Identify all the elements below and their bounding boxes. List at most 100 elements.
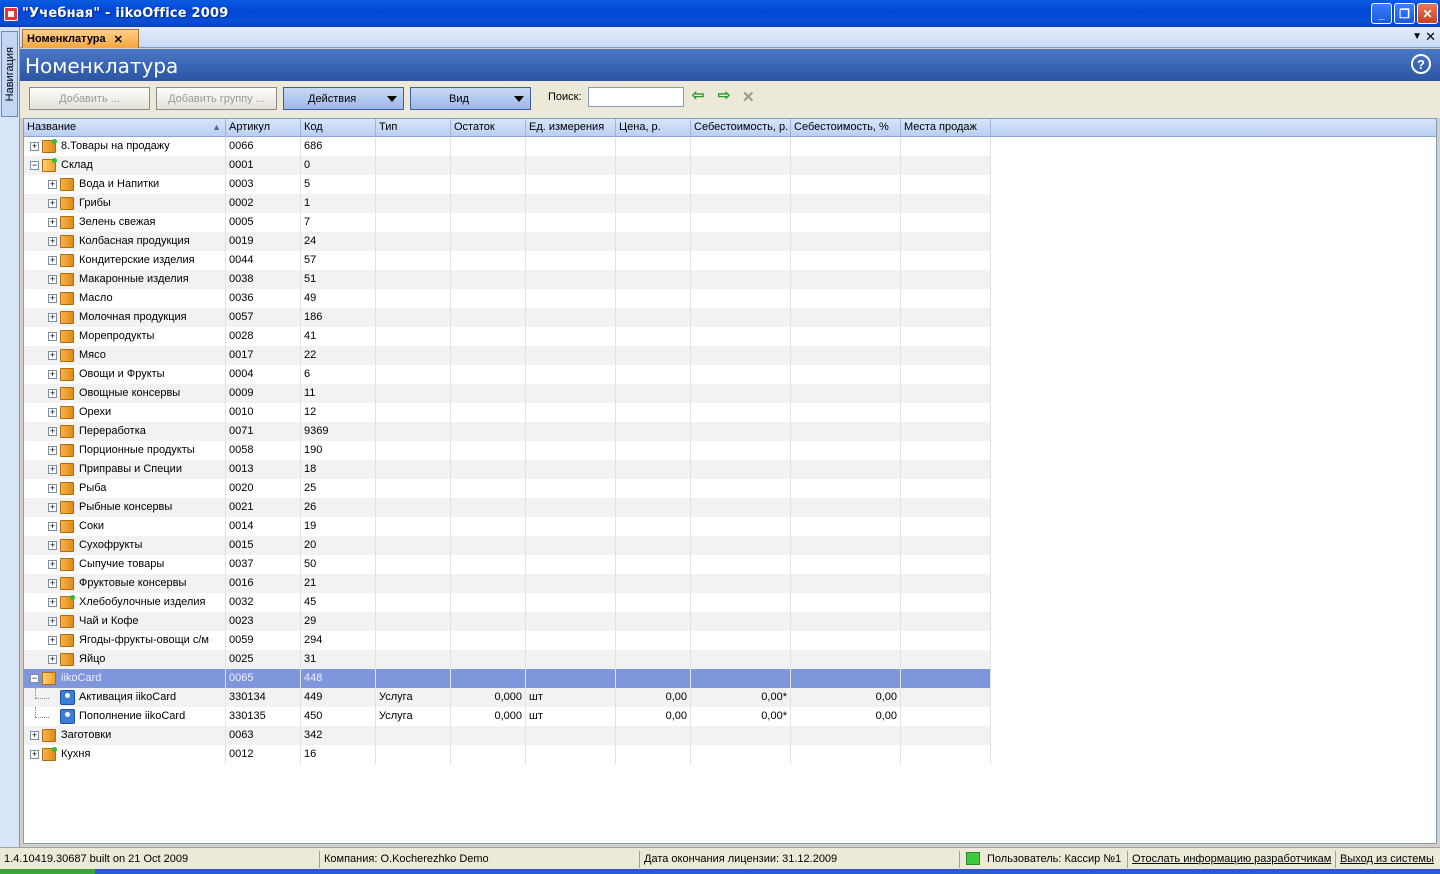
table-row[interactable]: + Вода и Напитки 0003 5 [24, 175, 991, 194]
cell-name: + Порционные продукты [24, 441, 226, 460]
column-header-name[interactable]: Название ▲ [24, 119, 226, 137]
navigation-tab[interactable]: Навигация [1, 31, 18, 117]
expand-icon[interactable]: + [48, 446, 57, 455]
table-row[interactable]: + Колбасная продукция 0019 24 [24, 232, 991, 251]
expand-icon[interactable]: + [48, 351, 57, 360]
column-header-unit[interactable]: Ед. измерения [526, 119, 616, 137]
expand-icon[interactable]: + [48, 465, 57, 474]
table-row[interactable]: + Яйцо 0025 31 [24, 650, 991, 669]
send-report-link[interactable]: Отослать информацию разработчикам [1132, 853, 1331, 865]
tab-nomenclature[interactable]: Номенклатура ✕ [22, 29, 139, 48]
table-row[interactable]: + Орехи 0010 12 [24, 403, 991, 422]
tab-list-dropdown-icon[interactable]: ▼ [1412, 31, 1422, 42]
add-group-button[interactable]: Добавить группу ... [156, 87, 277, 110]
expand-icon[interactable]: + [48, 522, 57, 531]
close-document-icon[interactable]: ✕ [1425, 29, 1436, 45]
column-header-price[interactable]: Цена, р. [616, 119, 691, 137]
expand-icon[interactable]: + [48, 598, 57, 607]
table-row[interactable]: − Склад 0001 0 [24, 156, 991, 175]
table-row[interactable]: + Кондитерские изделия 0044 57 [24, 251, 991, 270]
table-row[interactable]: + Сухофрукты 0015 20 [24, 536, 991, 555]
column-header-code[interactable]: Код [301, 119, 376, 137]
expand-icon[interactable]: + [48, 655, 57, 664]
table-row[interactable]: + Макаронные изделия 0038 51 [24, 270, 991, 289]
table-row[interactable]: Активация iikoCard 330134 449 Услуга 0,000 шт… [24, 688, 991, 707]
column-header-article[interactable]: Артикул [226, 119, 301, 137]
table-row[interactable]: + Соки 0014 19 [24, 517, 991, 536]
logout-link[interactable]: Выход из системы [1340, 853, 1434, 865]
search-input[interactable] [588, 87, 684, 107]
table-row[interactable]: + Приправы и Специи 0013 18 [24, 460, 991, 479]
expand-icon[interactable]: + [48, 275, 57, 284]
expand-icon[interactable]: + [48, 332, 57, 341]
expand-icon[interactable]: + [48, 237, 57, 246]
table-row[interactable]: + Кухня 0012 16 [24, 745, 991, 764]
table-row[interactable]: +8.Товары на продажу 0066 686 [24, 137, 991, 156]
table-row[interactable]: + Сыпучие товары 0037 50 [24, 555, 991, 574]
table-row[interactable]: + Мясо 0017 22 [24, 346, 991, 365]
actions-dropdown[interactable]: Действия [283, 87, 404, 110]
expand-icon[interactable]: + [48, 427, 57, 436]
search-clear-icon[interactable]: ✕ [742, 88, 755, 106]
expand-icon[interactable]: + [30, 750, 39, 759]
column-header-sale-places[interactable]: Места продаж [901, 119, 991, 137]
table-row[interactable]: + Масло 0036 49 [24, 289, 991, 308]
column-header-cost[interactable]: Себестоимость, р. [691, 119, 791, 137]
expand-icon[interactable]: + [48, 370, 57, 379]
tab-close-icon[interactable]: ✕ [114, 33, 123, 46]
table-row[interactable]: + Молочная продукция 0057 186 [24, 308, 991, 327]
expand-icon[interactable]: + [48, 579, 57, 588]
table-row[interactable]: + Чай и Кофе 0023 29 [24, 612, 991, 631]
expand-icon[interactable]: + [48, 294, 57, 303]
row-name: Молочная продукция [79, 311, 187, 323]
collapse-icon[interactable]: − [30, 674, 39, 683]
table-row[interactable]: + Рыба 0020 25 [24, 479, 991, 498]
expand-icon[interactable]: + [48, 636, 57, 645]
column-header-type[interactable]: Тип [376, 119, 451, 137]
cell-stock [451, 479, 526, 498]
cell-cost [691, 460, 791, 479]
restore-button[interactable]: ❐ [1394, 3, 1415, 24]
column-header-stock[interactable]: Остаток [451, 119, 526, 137]
table-row[interactable]: + Овощные консервы 0009 11 [24, 384, 991, 403]
collapse-icon[interactable]: − [30, 161, 39, 170]
expand-icon[interactable]: + [30, 731, 39, 740]
table-row[interactable]: + Заготовки 0063 342 [24, 726, 991, 745]
expand-icon[interactable]: + [48, 313, 57, 322]
app-icon[interactable] [4, 6, 18, 21]
expand-icon[interactable]: + [48, 560, 57, 569]
expand-icon[interactable]: + [48, 503, 57, 512]
table-row[interactable]: + Морепродукты 0028 41 [24, 327, 991, 346]
expand-icon[interactable]: + [48, 484, 57, 493]
column-header-cost-percent[interactable]: Себестоимость, % [791, 119, 901, 137]
table-row[interactable]: + Ягоды-фрукты-овощи с/м 0059 294 [24, 631, 991, 650]
view-dropdown[interactable]: Вид [410, 87, 531, 110]
table-row[interactable]: + Переработка 0071 9369 [24, 422, 991, 441]
expand-icon[interactable]: + [48, 408, 57, 417]
cell-cost-pct [791, 289, 901, 308]
table-row[interactable]: + Овощи и Фрукты 0004 6 [24, 365, 991, 384]
table-row[interactable]: + Фруктовые консервы 0016 21 [24, 574, 991, 593]
table-row[interactable]: + Зелень свежая 0005 7 [24, 213, 991, 232]
expand-icon[interactable]: + [48, 180, 57, 189]
expand-icon[interactable]: + [48, 199, 57, 208]
table-row[interactable]: + Грибы 0002 1 [24, 194, 991, 213]
expand-icon[interactable]: + [48, 617, 57, 626]
help-icon[interactable]: ? [1411, 54, 1431, 74]
search-prev-arrow-icon[interactable]: ⇦ [689, 88, 707, 104]
expand-icon[interactable]: + [48, 218, 57, 227]
close-button[interactable]: ✕ [1417, 3, 1438, 24]
cell-article: 0063 [226, 726, 301, 745]
expand-icon[interactable]: + [30, 142, 39, 151]
expand-icon[interactable]: + [48, 541, 57, 550]
table-row[interactable]: + Рыбные консервы 0021 26 [24, 498, 991, 517]
table-row[interactable]: Пополнение iikoCard 330135 450 Услуга 0,000 ш… [24, 707, 991, 726]
table-row[interactable]: − iikoCard 0065 448 [24, 669, 991, 688]
add-button[interactable]: Добавить ... [29, 87, 150, 110]
search-next-arrow-icon[interactable]: ⇨ [715, 88, 733, 104]
table-row[interactable]: + Порционные продукты 0058 190 [24, 441, 991, 460]
expand-icon[interactable]: + [48, 389, 57, 398]
minimize-button[interactable]: _ [1371, 3, 1392, 24]
expand-icon[interactable]: + [48, 256, 57, 265]
table-row[interactable]: + Хлебобулочные изделия 0032 45 [24, 593, 991, 612]
